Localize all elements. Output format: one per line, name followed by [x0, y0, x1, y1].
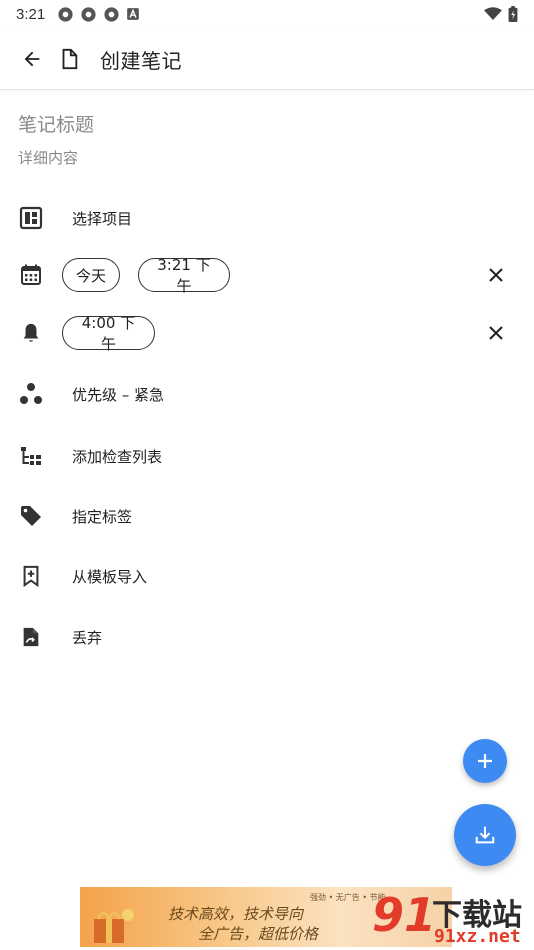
ad-gift-image	[90, 905, 134, 945]
discard-label: 丢弃	[72, 629, 103, 647]
system-icons	[484, 6, 518, 22]
app-notification-icon	[58, 6, 73, 22]
wifi-icon	[484, 7, 502, 20]
import-template-label: 从模板导入	[72, 568, 148, 586]
note-document-icon	[58, 47, 80, 71]
dashboard-icon	[18, 205, 44, 231]
save-fab-button[interactable]	[454, 804, 516, 866]
bookmark-add-icon	[18, 563, 44, 589]
ad-headline: 技术高效，技术导向	[168, 905, 304, 923]
checklist-tree-icon	[18, 443, 44, 469]
priority-dots-icon	[18, 381, 44, 407]
battery-icon	[508, 6, 518, 22]
app-notification-icon	[81, 6, 96, 22]
calendar-icon	[18, 262, 44, 288]
notification-icons	[57, 6, 140, 23]
note-title-input[interactable]	[18, 110, 508, 140]
add-checklist-label: 添加检查列表	[72, 448, 163, 466]
priority-row[interactable]: 优先级 – 紧急	[0, 378, 534, 410]
note-body-input[interactable]	[18, 146, 508, 170]
watermark-logo: 91 下载站 91xz.net	[372, 888, 532, 948]
assign-tags-label: 指定标签	[72, 508, 133, 526]
date-row: 今天 3:21 下午	[0, 256, 534, 295]
arrow-back-icon	[24, 51, 40, 67]
time-chip[interactable]: 3:21 下午	[138, 256, 230, 295]
close-icon	[489, 326, 503, 340]
a-notification-icon	[127, 8, 140, 20]
back-button[interactable]	[18, 45, 46, 73]
date-chip[interactable]: 今天	[62, 258, 120, 292]
select-project-label: 选择项目	[72, 210, 133, 228]
close-icon	[489, 268, 503, 282]
add-checklist-row[interactable]: 添加检查列表	[0, 440, 534, 472]
tag-icon	[18, 503, 44, 529]
assign-tags-row[interactable]: 指定标签	[0, 500, 534, 532]
bell-icon	[18, 320, 44, 346]
download-tray-icon	[475, 826, 495, 844]
watermark-number: 91	[372, 888, 437, 942]
select-project-row[interactable]: 选择项目	[0, 202, 534, 234]
status-bar: 3:21	[0, 0, 534, 28]
discard-row[interactable]: 丢弃	[0, 621, 534, 653]
ad-tagline: 全广告，超低价格	[198, 925, 319, 943]
priority-label: 优先级 – 紧急	[72, 386, 165, 404]
plus-icon	[478, 754, 492, 768]
import-template-row[interactable]: 从模板导入	[0, 560, 534, 592]
reminder-row: 4:00 下午	[0, 314, 534, 353]
page-title: 创建笔记	[100, 49, 182, 73]
app-bar: 创建笔记	[0, 28, 534, 90]
clear-date-button[interactable]	[484, 263, 508, 287]
watermark-url: 91xz.net	[434, 926, 521, 947]
discard-file-icon	[18, 624, 44, 650]
reminder-time-chip[interactable]: 4:00 下午	[62, 314, 155, 353]
status-time: 3:21	[16, 5, 46, 23]
clear-reminder-button[interactable]	[484, 321, 508, 345]
app-notification-icon	[104, 6, 119, 22]
add-fab-button[interactable]	[463, 739, 507, 783]
